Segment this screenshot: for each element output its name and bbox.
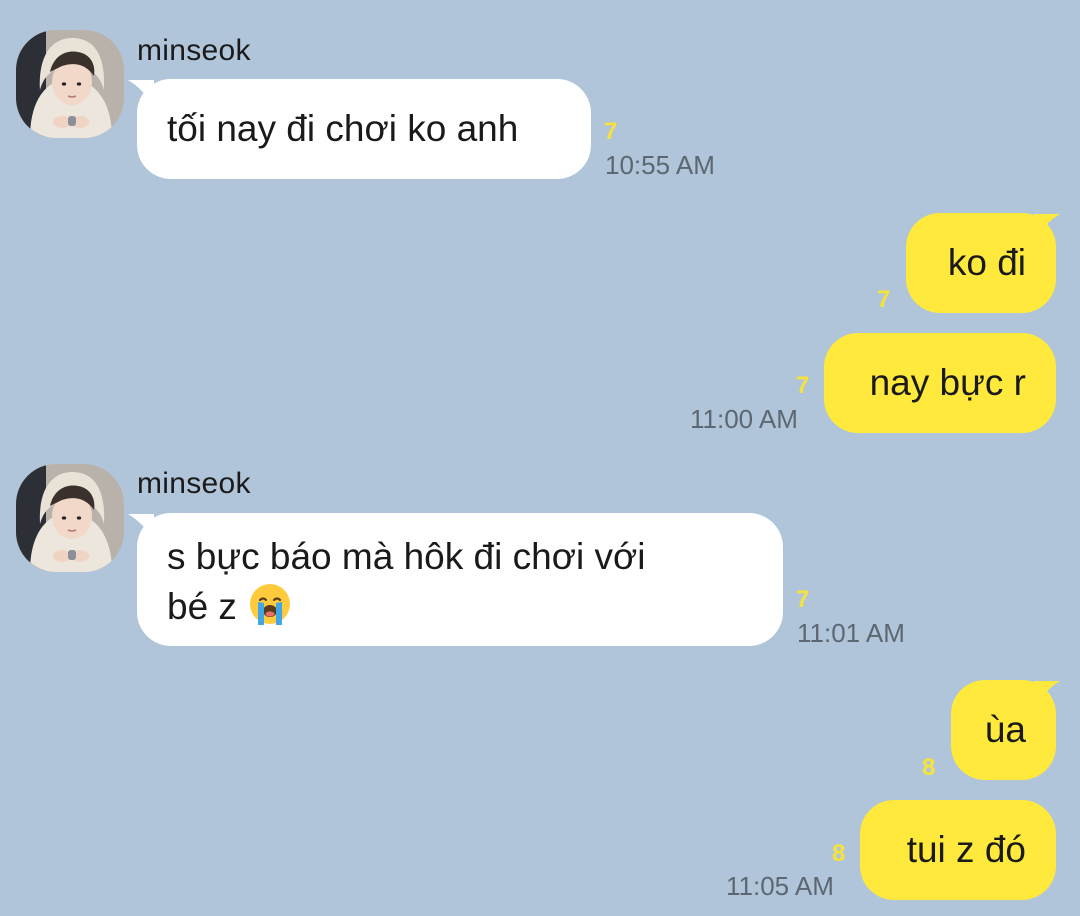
chat-message-list[interactable]: minseok tối nay đi chơi ko anh 7 10:55 A…: [0, 0, 1080, 916]
message-bubble[interactable]: tui z đó: [860, 800, 1056, 900]
message-text-line: bé z: [167, 581, 753, 631]
message-text: ùa: [984, 709, 1026, 750]
loudly-crying-face-icon: [247, 581, 293, 627]
sender-name: minseok: [137, 467, 251, 500]
message-timestamp: 11:01 AM: [797, 618, 905, 648]
unread-count: 7: [796, 586, 810, 613]
unread-count: 8: [922, 754, 936, 781]
profile-photo-icon: [16, 464, 124, 572]
message-text: tối nay đi chơi ko anh: [167, 108, 519, 149]
message-bubble[interactable]: nay bực r: [824, 333, 1056, 433]
message-bubble[interactable]: tối nay đi chơi ko anh: [137, 79, 591, 179]
message-text: bé z: [167, 586, 237, 627]
unread-count: 7: [796, 372, 810, 399]
message-timestamp: 11:05 AM: [726, 871, 834, 901]
message-text: nay bực r: [869, 362, 1026, 403]
message-text-line: s bực báo mà hôk đi chơi với: [167, 536, 646, 577]
unread-count: 8: [832, 840, 846, 867]
message-bubble[interactable]: ùa: [951, 680, 1056, 780]
message-bubble[interactable]: s bực báo mà hôk đi chơi với bé z: [137, 513, 783, 646]
avatar[interactable]: [16, 464, 124, 572]
message-bubble[interactable]: ko đi: [906, 213, 1056, 313]
message-timestamp: 11:00 AM: [690, 404, 798, 434]
unread-count: 7: [604, 118, 618, 145]
message-timestamp: 10:55 AM: [605, 150, 715, 180]
message-text: tui z đó: [906, 829, 1026, 870]
avatar[interactable]: [16, 30, 124, 138]
unread-count: 7: [877, 286, 891, 313]
message-text: ko đi: [947, 242, 1026, 283]
profile-photo-icon: [16, 30, 124, 138]
sender-name: minseok: [137, 34, 251, 67]
